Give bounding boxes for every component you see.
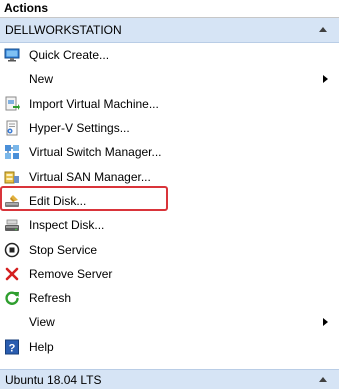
submenu-arrow-icon [323,318,328,327]
stop-icon [4,242,20,258]
action-label: Virtual SAN Manager... [29,169,151,184]
action-label: Virtual Switch Manager... [29,145,162,160]
svg-text:?: ? [9,342,16,354]
action-hyper-v-settings[interactable]: Hyper-V Settings... [0,116,339,140]
actions-menu: Quick Create... New Import Virtual Machi… [0,43,339,359]
import-vm-icon [4,96,20,112]
action-stop-service[interactable]: Stop Service [0,237,339,261]
action-label: Help [29,339,54,354]
action-quick-create[interactable]: Quick Create... [0,43,339,67]
settings-doc-icon [4,120,20,136]
submenu-arrow-icon [323,75,328,84]
action-label: Import Virtual Machine... [29,96,159,111]
action-view[interactable]: View [0,310,339,334]
section-header-dellworkstation[interactable]: DELLWORKSTATION [0,18,339,43]
collapse-arrow-icon[interactable] [319,377,327,382]
remove-x-icon [4,266,20,282]
action-label: View [29,315,55,330]
action-label: Stop Service [29,242,98,257]
action-remove-server[interactable]: Remove Server [0,262,339,286]
collapse-arrow-icon[interactable] [319,27,327,32]
action-refresh[interactable]: Refresh [0,286,339,310]
action-edit-disk[interactable]: Edit Disk... [0,189,339,213]
action-label: Inspect Disk... [29,218,105,233]
monitor-icon [4,47,20,63]
virtual-san-icon [4,169,20,185]
action-virtual-san-manager[interactable]: Virtual SAN Manager... [0,164,339,188]
action-label: Hyper-V Settings... [29,121,130,136]
action-import-virtual-machine[interactable]: Import Virtual Machine... [0,92,339,116]
action-new[interactable]: New [0,67,339,91]
refresh-icon [4,290,20,306]
section-header-label: DELLWORKSTATION [5,23,122,37]
actions-pane-title: Actions [0,0,339,18]
action-label: New [29,72,54,87]
action-virtual-switch-manager[interactable]: Virtual Switch Manager... [0,140,339,164]
action-label: Edit Disk... [29,193,87,208]
action-help[interactable]: ? Help [0,335,339,359]
section-header-label: Ubuntu 18.04 LTS [5,373,102,387]
action-label: Quick Create... [29,48,110,63]
action-label: Refresh [29,291,72,306]
edit-disk-icon [4,193,20,209]
virtual-switch-icon [4,144,20,160]
section-header-ubuntu[interactable]: Ubuntu 18.04 LTS [0,369,339,389]
inspect-disk-icon [4,217,20,233]
action-label: Remove Server [29,266,113,281]
help-icon: ? [4,339,20,355]
action-inspect-disk[interactable]: Inspect Disk... [0,213,339,237]
